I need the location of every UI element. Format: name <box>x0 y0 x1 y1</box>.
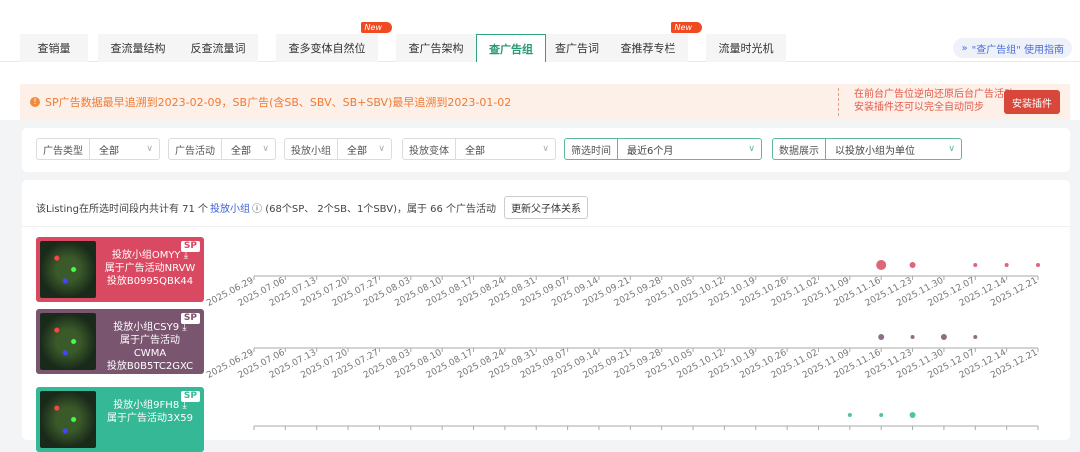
data-point[interactable] <box>1036 263 1040 267</box>
chevron-down-icon: ∨ <box>542 144 549 154</box>
timeline-chart: 2025.06.292025.07.062025.07.132025.07.20… <box>205 260 1040 430</box>
new-badge: New <box>670 22 702 33</box>
data-point[interactable] <box>1004 263 1009 267</box>
tab-3[interactable]: 查多变体自然位 New <box>276 22 392 62</box>
filter-5[interactable]: 数据展示 以投放小组为单位 ∨ <box>772 138 962 160</box>
tab-4[interactable]: 查广告架构 <box>396 34 476 62</box>
data-point[interactable] <box>973 335 978 339</box>
tab-label: 查多变体自然位 <box>288 42 366 55</box>
filter-value: 全部 <box>347 145 367 157</box>
new-badge: New <box>360 22 392 33</box>
chevron-double-down-icon: » <box>961 42 968 54</box>
data-point[interactable] <box>909 262 916 268</box>
tab-label: 查广告架构 <box>408 42 464 55</box>
filter-value: 以投放小组为单位 <box>835 145 915 157</box>
tab-1[interactable]: 查流量结构 <box>98 34 178 62</box>
chevron-down-icon: ∨ <box>262 144 269 154</box>
info-icon: ! <box>30 97 40 107</box>
tab-label: 流量时光机 <box>718 42 774 55</box>
guide-label: "查广告组" 使用指南 <box>971 44 1064 56</box>
plugin-hint-line1: 在前台广告位逆向还原后台广告活动 <box>854 89 1014 100</box>
filter-value: 全部 <box>465 145 485 157</box>
filter-label: 筛选时间 <box>565 139 618 159</box>
tab-7[interactable]: 查推荐专栏 New <box>608 22 702 62</box>
chevron-down-icon: ∨ <box>378 144 385 154</box>
chevron-down-icon: ∨ <box>748 144 755 154</box>
filter-value: 最近6个月 <box>627 145 674 157</box>
filter-label: 广告类型 <box>37 139 90 159</box>
filter-label: 广告活动 <box>169 139 222 159</box>
filter-value: 全部 <box>231 145 251 157</box>
tab-8[interactable]: 流量时光机 <box>706 34 786 62</box>
filter-0[interactable]: 广告类型 全部 ∨ <box>36 138 160 160</box>
filter-bar: 广告类型 全部 ∨ 广告活动 全部 ∨ 投放小组 全部 ∨ 投放变体 全部 ∨ 筛选时间 最近6个月 ∨ 数据… <box>22 128 1070 172</box>
data-point[interactable] <box>940 334 947 340</box>
chevron-down-icon: ∨ <box>948 144 955 154</box>
filter-4[interactable]: 筛选时间 最近6个月 ∨ <box>564 138 762 160</box>
data-point[interactable] <box>910 335 915 339</box>
tab-label: 查广告词 <box>555 42 599 55</box>
tab-bar: 查销量 查流量结构 反查流量词 查多变体自然位 New 查广告架构 查广告组 查广告词 查推荐专… <box>20 22 786 62</box>
filter-label: 数据展示 <box>773 139 826 159</box>
install-plugin-button[interactable]: 安装插件 <box>1004 90 1060 114</box>
data-point[interactable] <box>847 413 852 417</box>
chevron-down-icon: ∨ <box>146 144 153 154</box>
tab-6[interactable]: 查广告词 <box>546 34 608 62</box>
tab-label: 查推荐专栏 <box>620 42 676 55</box>
data-point[interactable] <box>973 263 978 267</box>
notice-message: SP广告数据最早追溯到2023-02-09，SB广告(含SB、SBV、SB+SB… <box>45 96 512 109</box>
filter-2[interactable]: 投放小组 全部 ∨ <box>284 138 392 160</box>
tab-5[interactable]: 查广告组 <box>476 34 546 62</box>
tab-label: 查流量结构 <box>110 42 166 55</box>
tab-2[interactable]: 反查流量词 <box>178 34 258 62</box>
filter-label: 投放变体 <box>403 139 456 159</box>
data-point[interactable] <box>879 413 884 417</box>
filter-value: 全部 <box>99 145 119 157</box>
tab-label: 查销量 <box>37 42 71 55</box>
tab-label: 查广告组 <box>489 42 533 56</box>
data-point[interactable] <box>909 412 916 418</box>
data-point[interactable] <box>876 260 887 270</box>
filter-3[interactable]: 投放变体 全部 ∨ <box>402 138 556 160</box>
notice-banner: ! SP广告数据最早追溯到2023-02-09，SB广告(含SB、SBV、SB+S… <box>20 84 1070 120</box>
usage-guide-button[interactable]: » "查广告组" 使用指南 <box>953 38 1072 58</box>
data-point[interactable] <box>878 334 885 340</box>
plugin-hint-line2: 安装插件还可以完全自动同步 <box>854 102 984 113</box>
filter-1[interactable]: 广告活动 全部 ∨ <box>168 138 276 160</box>
tab-0[interactable]: 查销量 <box>20 34 88 62</box>
main-panel: 该Listing在所选时间段内共计有 71 个 投放小组 ⓘ (68个SP、 2… <box>22 180 1070 452</box>
filter-label: 投放小组 <box>285 139 338 159</box>
tab-label: 反查流量词 <box>190 42 246 55</box>
